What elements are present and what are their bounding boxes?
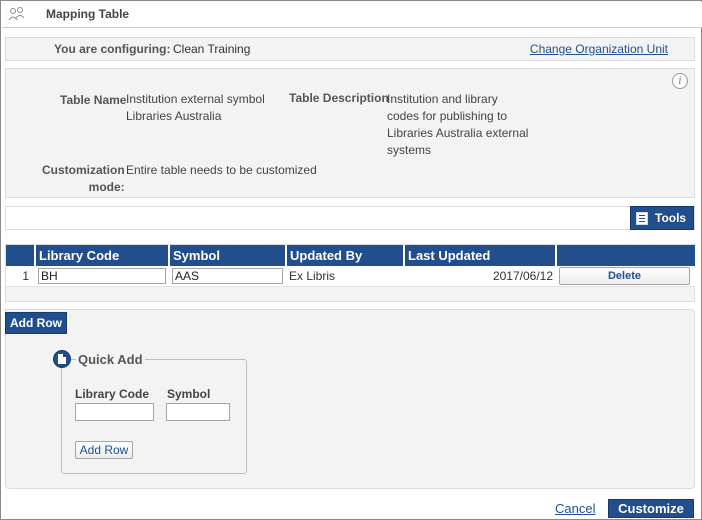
column-header-actions bbox=[556, 245, 695, 266]
table-name-line: Libraries Australia bbox=[126, 109, 222, 123]
table-header-row: Library Code Symbol Updated By Last Upda… bbox=[6, 245, 695, 266]
delete-button[interactable]: Delete bbox=[559, 266, 690, 285]
tools-strip: Tools bbox=[5, 206, 695, 230]
table-name-label: Table Name bbox=[60, 93, 127, 107]
tools-icon bbox=[636, 212, 648, 225]
configuring-label: You are configuring: bbox=[54, 42, 171, 56]
last-updated-cell: 2017/06/12 bbox=[404, 266, 556, 287]
quick-add-library-code-label: Library Code bbox=[75, 387, 150, 401]
configuring-bar: You are configuring: Clean Training Chan… bbox=[5, 37, 695, 61]
updated-by-cell: Ex Libris bbox=[286, 266, 404, 287]
column-header-library-code[interactable]: Library Code bbox=[35, 245, 170, 266]
customization-mode-label-line: mode: bbox=[88, 180, 125, 194]
symbol-input[interactable] bbox=[172, 267, 283, 284]
mapping-table-container: Library Code Symbol Updated By Last Upda… bbox=[5, 244, 695, 302]
change-organization-unit-link[interactable]: Change Organization Unit bbox=[530, 42, 668, 56]
configuring-value: Clean Training bbox=[173, 42, 251, 56]
library-code-input[interactable] bbox=[38, 267, 166, 284]
customization-mode-label: Customization mode: bbox=[42, 162, 125, 196]
table-description-line: codes for publishing to bbox=[387, 109, 508, 123]
table-row: 1 Ex Libris 2017/06/12 Delete bbox=[6, 266, 695, 287]
quick-add-row-button[interactable]: Add Row bbox=[75, 441, 133, 459]
quick-add-library-code-input[interactable] bbox=[75, 403, 154, 421]
title-bar: Mapping Table bbox=[2, 2, 702, 28]
mapping-table-window: Mapping Table You are configuring: Clean… bbox=[0, 0, 702, 520]
window-title: Mapping Table bbox=[46, 7, 130, 21]
quick-add-symbol-input[interactable] bbox=[166, 403, 230, 421]
cancel-link[interactable]: Cancel bbox=[555, 501, 595, 516]
info-icon[interactable]: i bbox=[672, 73, 688, 89]
quick-add-title: Quick Add bbox=[76, 352, 145, 367]
table-description-line: Libraries Australia external bbox=[387, 126, 529, 140]
action-cell: Delete bbox=[556, 266, 695, 287]
table-description-label: Table Description bbox=[289, 91, 389, 105]
mapping-table: Library Code Symbol Updated By Last Upda… bbox=[6, 245, 695, 287]
table-details-panel: i Table Name Institution external symbol… bbox=[5, 68, 695, 198]
table-description-value: Institution and library codes for publis… bbox=[387, 91, 528, 159]
quick-add-icon bbox=[53, 350, 71, 368]
column-header-symbol[interactable]: Symbol bbox=[169, 245, 287, 266]
tools-label: Tools bbox=[655, 211, 687, 225]
customize-button[interactable]: Customize bbox=[608, 499, 694, 518]
users-icon bbox=[8, 6, 26, 22]
table-description-line: systems bbox=[387, 143, 432, 157]
table-name-line: Institution external symbol bbox=[126, 92, 265, 106]
column-header-last-updated[interactable]: Last Updated bbox=[404, 245, 557, 266]
table-name-value: Institution external symbol Libraries Au… bbox=[126, 91, 265, 125]
customization-mode-label-line: Customization bbox=[42, 163, 125, 177]
customization-mode-value: Entire table needs to be customized bbox=[126, 163, 317, 177]
table-description-line: Institution and library bbox=[387, 92, 498, 106]
row-index: 1 bbox=[6, 266, 35, 287]
add-row-button[interactable]: Add Row bbox=[5, 312, 67, 334]
quick-add-symbol-label: Symbol bbox=[167, 387, 211, 401]
symbol-cell bbox=[169, 266, 286, 287]
tools-button[interactable]: Tools bbox=[630, 206, 694, 230]
column-header-index bbox=[6, 245, 36, 266]
column-header-updated-by[interactable]: Updated By bbox=[286, 245, 405, 266]
library-code-cell bbox=[35, 266, 169, 287]
